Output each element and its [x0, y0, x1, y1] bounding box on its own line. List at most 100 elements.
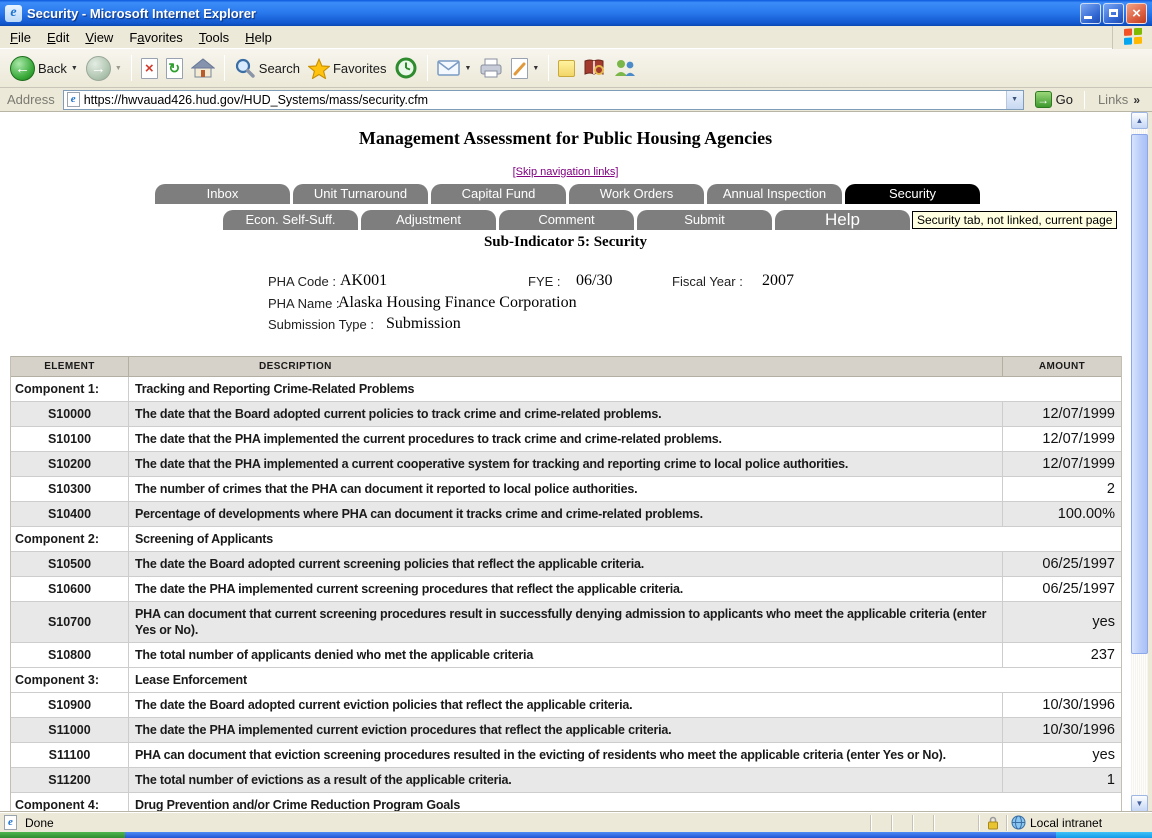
table-row-s10200: S10200The date that the PHA implemented …	[11, 452, 1121, 477]
back-button[interactable]: ← Back ▼	[6, 54, 82, 83]
element-cell: S11100	[11, 743, 129, 767]
vertical-scrollbar[interactable]: ▲ ▼	[1131, 112, 1148, 812]
minimize-button[interactable]	[1080, 3, 1101, 24]
tab-unit-turnaround[interactable]: Unit Turnaround	[293, 184, 428, 204]
menu-favorites[interactable]: Favorites	[121, 27, 190, 48]
close-button[interactable]: ×	[1126, 3, 1147, 24]
home-button[interactable]	[187, 55, 219, 81]
element-cell: S10000	[11, 402, 129, 426]
tab-capital-fund[interactable]: Capital Fund	[431, 184, 566, 204]
tab-adjustment[interactable]: Adjustment	[361, 210, 496, 230]
scrollbar-track[interactable]	[1131, 129, 1148, 795]
table-row-s10700: S10700PHA can document that current scre…	[11, 602, 1121, 643]
table-row-s10900: S10900The date the Board adopted current…	[11, 693, 1121, 718]
favorites-star-icon	[308, 58, 330, 79]
element-cell: S11200	[11, 768, 129, 792]
amount-cell: 2	[1002, 477, 1121, 501]
pha-code-label: PHA Code :	[268, 274, 336, 289]
description-cell: The date that the PHA implemented a curr…	[129, 452, 1002, 476]
tab-security[interactable]: Security	[845, 184, 980, 204]
tab-submit[interactable]: Submit	[637, 210, 772, 230]
back-dropdown-icon[interactable]: ▼	[71, 65, 78, 72]
search-button[interactable]: Search	[230, 55, 304, 81]
taskbar-edge	[125, 832, 1056, 838]
sub-indicator-title: Sub-Indicator 5: Security	[0, 234, 1131, 251]
address-dropdown-button[interactable]: ▼	[1006, 91, 1023, 109]
history-button[interactable]	[390, 54, 422, 82]
address-input[interactable]: e ▼	[63, 90, 1024, 110]
print-icon	[479, 57, 503, 79]
element-cell: S10600	[11, 577, 129, 601]
print-button[interactable]	[475, 55, 507, 81]
restore-button[interactable]	[1103, 3, 1124, 24]
element-cell: Component 1:	[11, 377, 129, 401]
menu-file[interactable]: File	[2, 27, 39, 48]
edit-page-icon	[511, 58, 528, 79]
page-title: Management Assessment for Public Housing…	[0, 128, 1131, 149]
address-url-field[interactable]	[84, 93, 1006, 107]
fiscal-year-label: Fiscal Year :	[672, 274, 743, 289]
description-cell: The total number of evictions as a resul…	[129, 768, 1002, 792]
standard-buttons-toolbar: ← Back ▼ → ▼ × ↻ Search Favorites	[0, 49, 1152, 88]
description-cell: Tracking and Reporting Crime-Related Pro…	[129, 377, 1121, 401]
menu-view[interactable]: View	[77, 27, 121, 48]
status-bar: e Done Local intranet	[0, 812, 1152, 832]
back-icon: ←	[10, 56, 35, 81]
discuss-button[interactable]	[554, 58, 579, 79]
fiscal-year-value: 2007	[762, 272, 794, 290]
pha-code-value: AK001	[340, 272, 387, 290]
assessment-table: ELEMENT DESCRIPTION AMOUNT Component 1:T…	[10, 356, 1122, 812]
research-button[interactable]	[579, 56, 609, 80]
menu-help[interactable]: Help	[237, 27, 280, 48]
description-cell: PHA can document that current screening …	[129, 602, 1002, 642]
lock-icon	[987, 816, 999, 830]
description-cell: The date the PHA implemented current scr…	[129, 577, 1002, 601]
table-row-s10600: S10600The date the PHA implemented curre…	[11, 577, 1121, 602]
links-button[interactable]: Links »	[1090, 92, 1148, 107]
search-label: Search	[259, 61, 300, 76]
scrollbar-thumb[interactable]	[1131, 134, 1148, 654]
back-label: Back	[38, 61, 67, 76]
element-cell: S10500	[11, 552, 129, 576]
mail-dropdown-icon[interactable]: ▼	[464, 65, 471, 72]
menu-tools[interactable]: Tools	[191, 27, 237, 48]
refresh-button[interactable]: ↻	[162, 56, 187, 81]
go-arrow-icon: →	[1035, 91, 1052, 108]
toolbar-separator	[548, 55, 549, 81]
pha-name-value: Alaska Housing Finance Corporation	[338, 294, 577, 312]
menu-items: FileEditViewFavoritesToolsHelp	[0, 26, 1112, 48]
tab-inbox[interactable]: Inbox	[155, 184, 290, 204]
edit-dropdown-icon[interactable]: ▼	[532, 65, 539, 72]
tab-row-1: InboxUnit TurnaroundCapital FundWork Ord…	[0, 184, 1131, 204]
tab-annual-inspection[interactable]: Annual Inspection	[707, 184, 842, 204]
submission-type-value: Submission	[386, 315, 461, 333]
forward-dropdown-icon[interactable]: ▼	[115, 65, 122, 72]
table-row-s11000: S11000The date the PHA implemented curre…	[11, 718, 1121, 743]
favorites-button[interactable]: Favorites	[304, 56, 390, 81]
component-row-component-2: Component 2:Screening of Applicants	[11, 527, 1121, 552]
links-label: Links	[1098, 92, 1128, 107]
forward-button[interactable]: → ▼	[82, 54, 126, 83]
table-row-s10400: S10400Percentage of developments where P…	[11, 502, 1121, 527]
status-text: Done	[25, 816, 54, 830]
go-button[interactable]: → Go	[1029, 91, 1079, 108]
menu-edit[interactable]: Edit	[39, 27, 77, 48]
tab-comment[interactable]: Comment	[499, 210, 634, 230]
description-cell: Screening of Applicants	[129, 527, 1121, 551]
tab-help[interactable]: Help	[775, 210, 910, 230]
mail-button[interactable]: ▼	[433, 58, 475, 78]
element-cell: Component 3:	[11, 668, 129, 692]
amount-cell: 10/30/1996	[1002, 718, 1121, 742]
start-button-edge[interactable]	[0, 832, 125, 838]
skip-navigation-link[interactable]: [Skip navigation links]	[0, 166, 1131, 178]
description-cell: The total number of applicants denied wh…	[129, 643, 1002, 667]
scroll-down-button[interactable]: ▼	[1131, 795, 1148, 812]
edit-button[interactable]: ▼	[507, 56, 543, 81]
messenger-button[interactable]	[609, 56, 641, 80]
window-edge	[1148, 112, 1152, 812]
tab-econ-self-suff[interactable]: Econ. Self-Suff.	[223, 210, 358, 230]
stop-button[interactable]: ×	[137, 56, 162, 81]
amount-cell: yes	[1002, 743, 1121, 767]
scroll-up-button[interactable]: ▲	[1131, 112, 1148, 129]
tab-work-orders[interactable]: Work Orders	[569, 184, 704, 204]
